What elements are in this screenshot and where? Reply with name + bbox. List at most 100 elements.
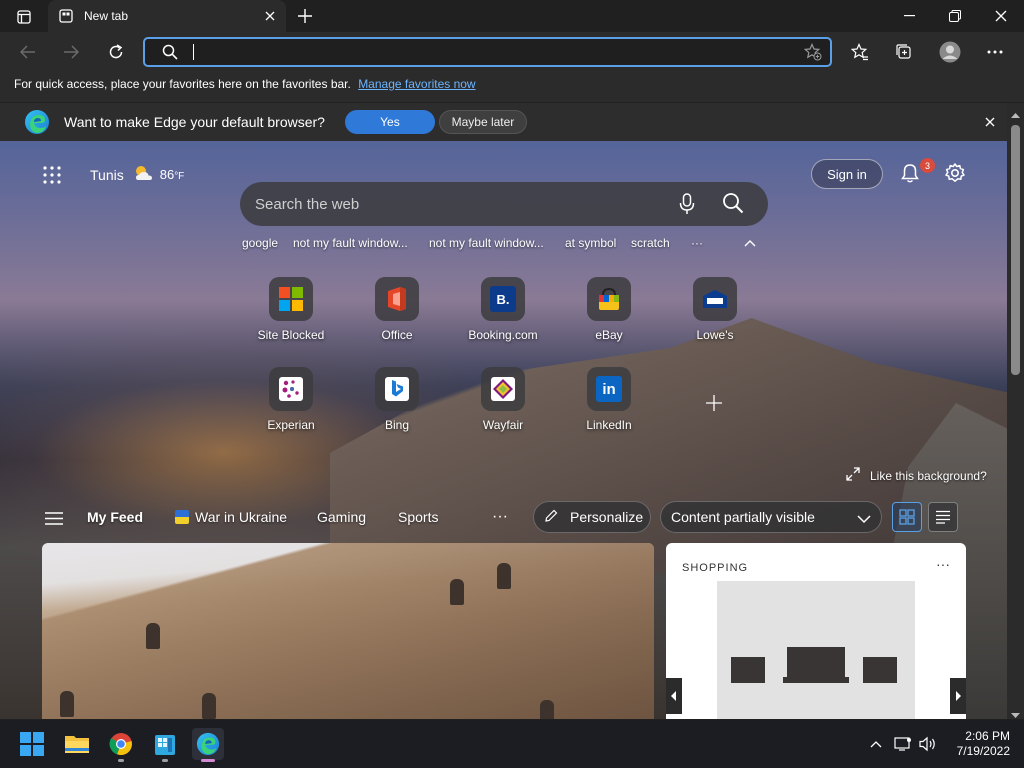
profile-avatar[interactable] bbox=[934, 36, 966, 68]
banner-maybe-later-button[interactable]: Maybe later bbox=[438, 110, 527, 134]
tab-sports[interactable]: Sports bbox=[398, 509, 438, 525]
trending-search-item[interactable]: google bbox=[242, 236, 278, 250]
new-tab-page: Want to make Edge your default browser? … bbox=[0, 103, 1007, 719]
carousel-next-button[interactable] bbox=[950, 678, 966, 714]
volume-icon[interactable] bbox=[918, 734, 938, 754]
news-card-image bbox=[42, 543, 654, 719]
weather-widget[interactable]: Tunis 86°F bbox=[90, 163, 184, 186]
address-input[interactable] bbox=[191, 42, 751, 62]
trending-search-item[interactable]: not my fault window... bbox=[429, 236, 544, 250]
trending-search-item[interactable]: at symbol bbox=[565, 236, 616, 250]
new-tab-button[interactable] bbox=[292, 4, 318, 28]
collections-button[interactable] bbox=[888, 36, 920, 68]
quick-link-linkedin[interactable]: in LinkedIn bbox=[564, 367, 654, 447]
quick-link-site-blocked[interactable]: Site Blocked bbox=[246, 277, 336, 357]
search-icon bbox=[162, 44, 178, 65]
booking-logo-icon: B. bbox=[481, 277, 525, 321]
tab-actions-icon[interactable] bbox=[8, 6, 40, 28]
feed-navigation: My Feed War in Ukraine Gaming Sports ···… bbox=[0, 501, 1007, 537]
tab-gaming[interactable]: Gaming bbox=[317, 509, 366, 525]
forward-button[interactable] bbox=[55, 36, 87, 68]
close-banner-icon[interactable] bbox=[985, 114, 995, 132]
scroll-thumb[interactable] bbox=[1011, 125, 1020, 375]
quick-link-office[interactable]: Office bbox=[352, 277, 442, 357]
more-tabs-icon[interactable]: ··· bbox=[492, 508, 508, 526]
refresh-button[interactable] bbox=[100, 36, 132, 68]
banner-yes-button[interactable]: Yes bbox=[344, 110, 435, 134]
like-background-button[interactable]: Like this background? bbox=[846, 467, 987, 484]
microsoft-logo-icon bbox=[269, 277, 313, 321]
quick-link-lowes[interactable]: Lowe's bbox=[670, 277, 760, 357]
system-clock[interactable]: 2:06 PM 7/19/2022 bbox=[940, 729, 1010, 759]
wayfair-logo-icon bbox=[481, 367, 525, 411]
quick-link-ebay[interactable]: eBay bbox=[564, 277, 654, 357]
web-search-box bbox=[240, 182, 768, 226]
quick-link-label: Office bbox=[381, 328, 413, 342]
running-indicator bbox=[118, 759, 124, 762]
address-bar[interactable] bbox=[143, 37, 832, 67]
hamburger-menu-icon[interactable] bbox=[45, 512, 63, 530]
quick-link-experian[interactable]: Experian bbox=[246, 367, 336, 447]
content-visibility-dropdown[interactable]: Content partially visible bbox=[660, 501, 882, 533]
microphone-icon[interactable] bbox=[678, 193, 696, 220]
carousel-prev-button[interactable] bbox=[666, 678, 682, 714]
chair-left bbox=[731, 657, 765, 683]
manage-favorites-link[interactable]: Manage favorites now bbox=[358, 77, 475, 91]
office-logo-icon bbox=[375, 277, 419, 321]
favorites-bar-hint: For quick access, place your favorites h… bbox=[14, 77, 351, 91]
chevron-up-icon[interactable] bbox=[744, 234, 756, 252]
page-settings-gear-icon[interactable] bbox=[944, 162, 968, 186]
quick-link-wayfair[interactable]: Wayfair bbox=[458, 367, 548, 447]
clock-date: 7/19/2022 bbox=[956, 744, 1010, 758]
web-search-input[interactable] bbox=[255, 194, 655, 214]
store-app-icon[interactable] bbox=[149, 728, 181, 762]
trending-search-item[interactable]: not my fault window... bbox=[293, 236, 408, 250]
browser-toolbar bbox=[0, 32, 1024, 72]
sign-in-button[interactable]: Sign in bbox=[811, 159, 883, 189]
shopping-card-menu-icon[interactable]: ··· bbox=[936, 556, 950, 572]
tab-new-tab[interactable]: New tab bbox=[48, 0, 286, 32]
close-tab-icon[interactable] bbox=[260, 6, 280, 26]
personalize-button[interactable]: Personalize bbox=[533, 501, 651, 533]
horse-rider bbox=[540, 700, 554, 719]
page-scrollbar[interactable] bbox=[1007, 103, 1024, 719]
weather-temperature: 86°F bbox=[159, 167, 185, 182]
tab-war-in-ukraine[interactable]: War in Ukraine bbox=[175, 509, 287, 525]
scroll-up-arrow-icon[interactable] bbox=[1011, 107, 1020, 118]
favorites-bar: For quick access, place your favorites h… bbox=[0, 72, 1024, 102]
active-indicator bbox=[201, 759, 215, 762]
shopping-card[interactable]: SHOPPING ··· bbox=[666, 543, 966, 719]
chevron-down-icon bbox=[857, 511, 871, 527]
start-button-icon[interactable] bbox=[16, 728, 48, 760]
scroll-down-arrow-icon[interactable] bbox=[1011, 707, 1020, 718]
file-explorer-icon[interactable] bbox=[61, 728, 93, 760]
show-hidden-icons-chevron-icon[interactable] bbox=[866, 734, 886, 754]
title-bar: New tab bbox=[0, 0, 1024, 32]
list-view-button[interactable] bbox=[928, 502, 958, 532]
edge-taskbar-icon[interactable] bbox=[192, 728, 224, 762]
chrome-icon[interactable] bbox=[105, 728, 137, 762]
close-window-button[interactable] bbox=[978, 0, 1024, 32]
add-site-plus-icon[interactable] bbox=[704, 393, 726, 415]
back-button[interactable] bbox=[12, 36, 44, 68]
new-tab-icon bbox=[58, 8, 74, 24]
quick-link-booking[interactable]: B. Booking.com bbox=[458, 277, 548, 357]
minimize-button[interactable] bbox=[886, 0, 932, 32]
app-launcher-icon[interactable] bbox=[42, 165, 62, 185]
grid-view-button[interactable] bbox=[892, 502, 922, 532]
favorites-button[interactable] bbox=[844, 36, 876, 68]
news-card-hero[interactable] bbox=[42, 543, 654, 719]
horse-rider bbox=[202, 693, 216, 719]
settings-more-button[interactable] bbox=[979, 36, 1011, 68]
add-favorite-icon[interactable] bbox=[803, 43, 822, 66]
tab-my-feed[interactable]: My Feed bbox=[87, 509, 143, 525]
quick-link-bing[interactable]: Bing bbox=[352, 367, 442, 447]
trending-search-item[interactable]: scratch bbox=[631, 236, 670, 250]
network-icon[interactable] bbox=[893, 734, 913, 754]
more-trending-icon[interactable]: ··· bbox=[691, 236, 703, 250]
lowes-logo-icon bbox=[693, 277, 737, 321]
expand-icon bbox=[846, 467, 860, 484]
search-submit-icon[interactable] bbox=[722, 192, 744, 219]
restore-button[interactable] bbox=[932, 0, 978, 32]
ebay-logo-icon bbox=[587, 277, 631, 321]
